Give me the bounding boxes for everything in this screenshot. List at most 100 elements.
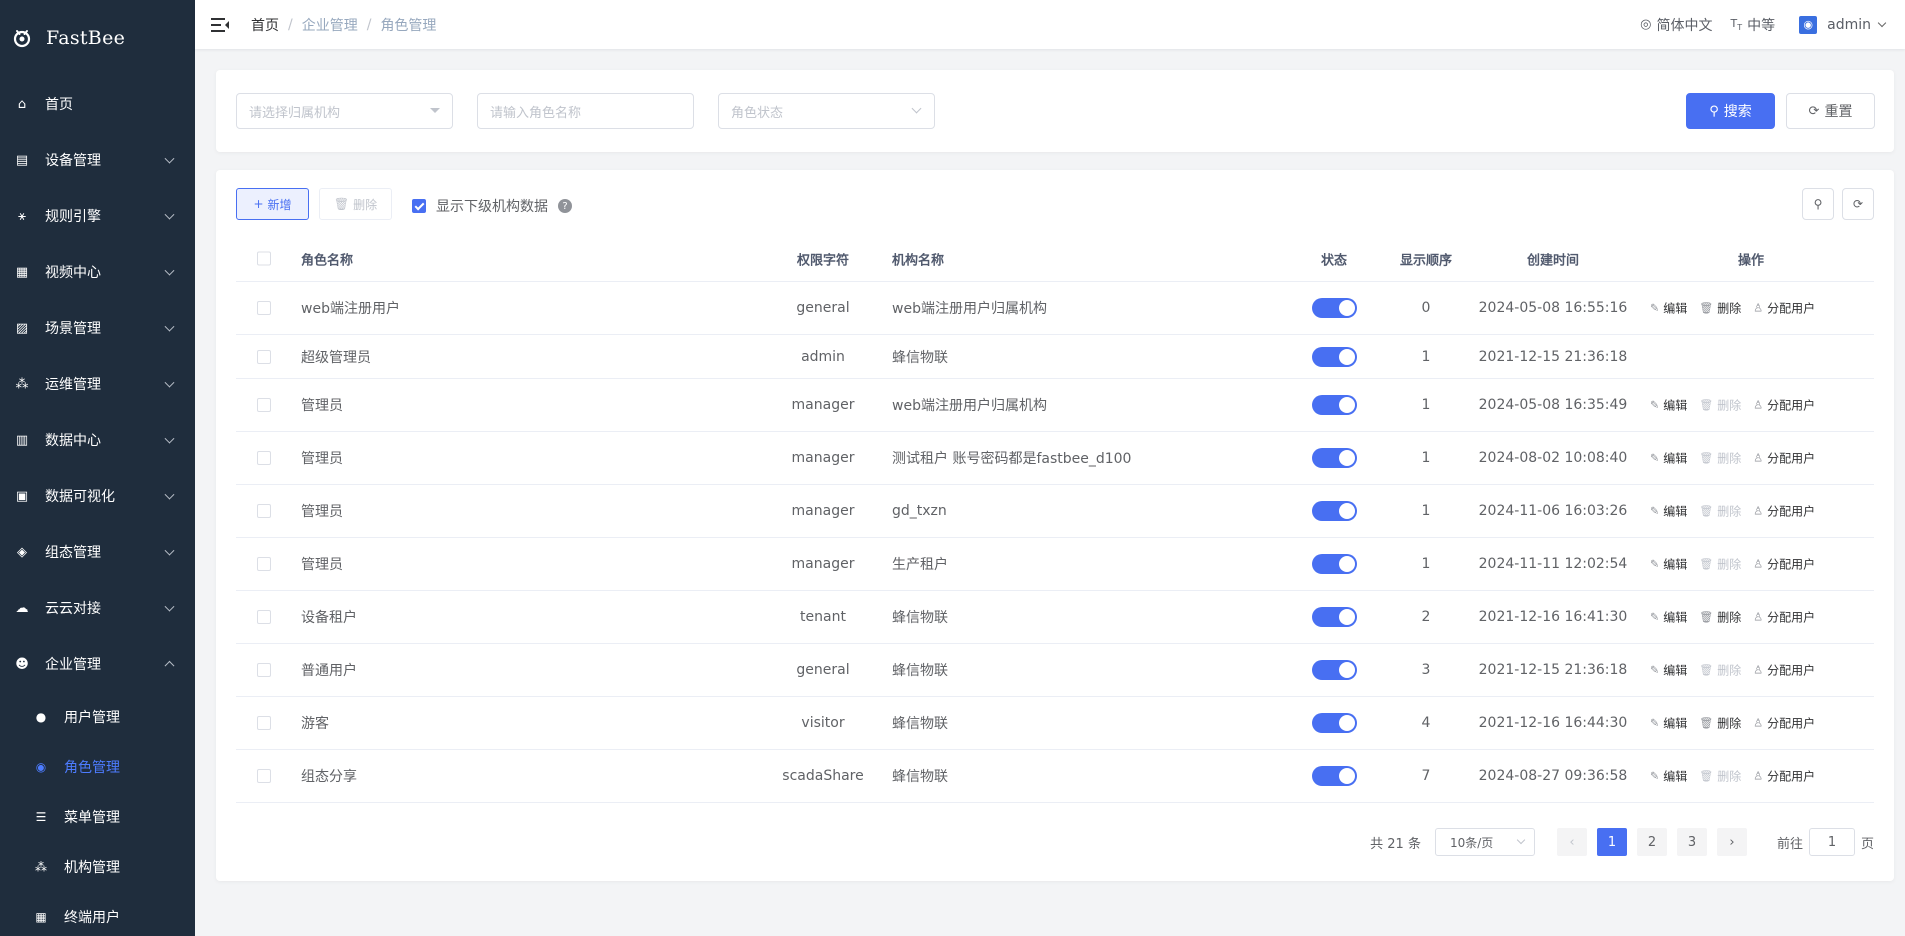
create-time: 2024-08-27 09:36:58 [1478, 768, 1628, 784]
edit-button[interactable]: ✎ 编辑 [1650, 609, 1687, 626]
status-switch[interactable] [1311, 346, 1357, 367]
assign-users-button[interactable]: ♙ 分配用户 [1753, 556, 1815, 573]
visual-icon: ▣ [15, 488, 29, 504]
edit-button[interactable]: ✎ 编辑 [1650, 450, 1687, 467]
show-sub-org-checkbox[interactable]: 显示下级机构数据 ? [412, 196, 572, 216]
delete-row-button[interactable]: 🗑 删除 [1699, 503, 1741, 520]
sidebar-item-4[interactable]: ▨ 场景管理 [0, 300, 195, 356]
row-checkbox[interactable] [257, 504, 271, 518]
status-switch[interactable] [1311, 660, 1357, 680]
size-switch[interactable]: TT 中等 [1731, 15, 1776, 35]
row-checkbox[interactable] [257, 398, 271, 412]
status-switch[interactable] [1311, 501, 1357, 521]
delete-button[interactable]: 🗑 删除 [319, 188, 392, 220]
display-order: 7 [1421, 768, 1431, 784]
reset-button[interactable]: ⟳ 重置 [1786, 93, 1875, 129]
edit-button[interactable]: ✎ 编辑 [1650, 300, 1687, 317]
row-checkbox[interactable] [257, 716, 271, 730]
sidebar-subitem-3[interactable]: ⁂ 机构管理 [0, 842, 195, 892]
edit-button[interactable]: ✎ 编辑 [1650, 556, 1687, 573]
sidebar-item-2[interactable]: ⚹ 规则引擎 [0, 188, 195, 244]
sidebar-item-10[interactable]: ☻ 企业管理 [0, 636, 195, 692]
sidebar-item-0[interactable]: ⌂ 首页 [0, 76, 195, 132]
delete-row-button[interactable]: 🗑 删除 [1699, 768, 1741, 785]
checkbox[interactable] [412, 199, 426, 213]
sidebar-item-7[interactable]: ▣ 数据可视化 [0, 468, 195, 524]
create-time: 2021-12-16 16:44:30 [1478, 715, 1628, 731]
status-switch[interactable] [1311, 298, 1357, 318]
sidebar-item-5[interactable]: ⁂ 运维管理 [0, 356, 195, 412]
status-switch[interactable] [1311, 766, 1357, 786]
status-switch[interactable] [1311, 607, 1357, 627]
edit-button[interactable]: ✎ 编辑 [1650, 397, 1687, 414]
assign-users-button[interactable]: ♙ 分配用户 [1753, 662, 1815, 679]
edit-button[interactable]: ✎ 编辑 [1650, 662, 1687, 679]
select-all-checkbox[interactable] [257, 251, 271, 266]
assign-users-button[interactable]: ♙ 分配用户 [1753, 450, 1815, 467]
status-switch[interactable] [1311, 554, 1357, 574]
row-checkbox[interactable] [257, 557, 271, 571]
sidebar-item-8[interactable]: ◈ 组态管理 [0, 524, 195, 580]
status-switch[interactable] [1311, 395, 1357, 415]
row-checkbox[interactable] [257, 349, 271, 364]
breadcrumb-enterprise[interactable]: 企业管理 [302, 15, 358, 35]
row-checkbox[interactable] [257, 769, 271, 783]
delete-row-button[interactable]: 🗑 删除 [1699, 715, 1741, 732]
row-checkbox[interactable] [257, 451, 271, 465]
chevron-left-icon: ‹ [1569, 834, 1575, 850]
prev-page-button[interactable]: ‹ [1556, 828, 1587, 856]
edit-button[interactable]: ✎ 编辑 [1650, 768, 1687, 785]
sidebar-item-1[interactable]: ▤ 设备管理 [0, 132, 195, 188]
page-2[interactable]: 2 [1636, 828, 1667, 856]
sidebar-item-9[interactable]: ☁ 云云对接 [0, 580, 195, 636]
breadcrumb-home[interactable]: 首页 [251, 15, 279, 35]
assign-users-button[interactable]: ♙ 分配用户 [1753, 397, 1815, 414]
edit-button[interactable]: ✎ 编辑 [1650, 503, 1687, 520]
add-button[interactable]: + 新增 [236, 188, 309, 220]
edit-button[interactable]: ✎ 编辑 [1650, 715, 1687, 732]
delete-row-button[interactable]: 🗑 删除 [1699, 609, 1741, 626]
language-switch[interactable]: ◎ 简体中文 [1640, 15, 1712, 35]
page-size-select[interactable]: 10条/页 [1434, 828, 1535, 856]
delete-row-button[interactable]: 🗑 删除 [1699, 450, 1741, 467]
row-checkbox[interactable] [257, 610, 271, 624]
page-3[interactable]: 3 [1676, 828, 1707, 856]
assign-users-button[interactable]: ♙ 分配用户 [1753, 715, 1815, 732]
row-checkbox[interactable] [257, 301, 271, 315]
delete-row-button[interactable]: 🗑 删除 [1699, 662, 1741, 679]
sidebar-subitem-label: 菜单管理 [64, 810, 120, 826]
sidebar-subitem-label: 角色管理 [64, 760, 120, 776]
goto-page-input[interactable]: 1 [1808, 828, 1855, 856]
row-checkbox[interactable] [257, 663, 271, 677]
display-order: 4 [1421, 715, 1431, 731]
assign-users-button[interactable]: ♙ 分配用户 [1753, 768, 1815, 785]
sidebar-subitem-0[interactable]: ● 用户管理 [0, 692, 195, 742]
role-name-input[interactable]: 请输入角色名称 [477, 93, 694, 129]
page-1[interactable]: 1 [1596, 828, 1627, 856]
chevron-down-icon [164, 545, 175, 556]
role-status-select[interactable]: 角色状态 [718, 93, 935, 129]
user-menu[interactable]: ◉ admin [1799, 15, 1887, 34]
menu-toggle-icon[interactable] [211, 17, 229, 32]
assign-users-button[interactable]: ♙ 分配用户 [1753, 609, 1815, 626]
status-switch[interactable] [1311, 713, 1357, 733]
assign-users-button[interactable]: ♙ 分配用户 [1753, 300, 1815, 317]
sidebar-subitem-4[interactable]: ▦ 终端用户 [0, 892, 195, 936]
help-icon[interactable]: ? [558, 199, 572, 213]
display-order: 1 [1421, 450, 1431, 466]
sidebar-item-3[interactable]: ▦ 视频中心 [0, 244, 195, 300]
assign-users-button[interactable]: ♙ 分配用户 [1753, 503, 1815, 520]
delete-row-button[interactable]: 🗑 删除 [1699, 397, 1741, 414]
status-switch[interactable] [1311, 448, 1357, 468]
next-page-button[interactable]: › [1716, 828, 1747, 856]
delete-row-button[interactable]: 🗑 删除 [1699, 300, 1741, 317]
delete-row-button[interactable]: 🗑 删除 [1699, 556, 1741, 573]
logo[interactable]: FastBee [0, 0, 195, 76]
org-select[interactable]: 请选择归属机构 [236, 93, 453, 129]
search-button[interactable]: ⚲ 搜索 [1686, 93, 1775, 129]
sidebar-item-6[interactable]: ▥ 数据中心 [0, 412, 195, 468]
sidebar-subitem-1[interactable]: ◉ 角色管理 [0, 742, 195, 792]
refresh-button[interactable]: ⟳ [1842, 188, 1874, 220]
toggle-search-button[interactable]: ⚲ [1802, 188, 1834, 220]
sidebar-subitem-2[interactable]: ☰ 菜单管理 [0, 792, 195, 842]
